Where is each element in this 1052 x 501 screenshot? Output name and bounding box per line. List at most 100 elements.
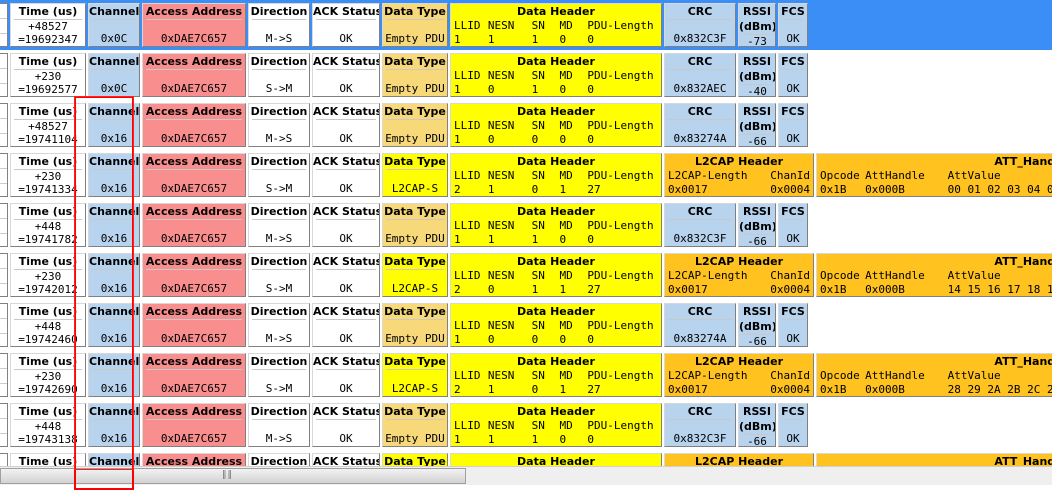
scrollbar-thumb[interactable] xyxy=(0,468,466,484)
packet-row[interactable]: Time (us) +230 =19742012 Channel 0x16 Access … xyxy=(0,250,1052,300)
channel-field-header: Channel xyxy=(89,355,140,368)
rssi-field-value: -40 xyxy=(747,85,767,97)
time-field: Time (us) +230 =19692577 xyxy=(10,53,86,97)
data-header-field-labels: LLID NESN SN MD PDU-Length xyxy=(451,269,661,283)
llid-value: 1 xyxy=(454,133,461,146)
access-address-field-value: 0xDAE7C657 xyxy=(160,232,228,245)
packet-row[interactable]: Time (us) +448 =19743138 Channel 0x16 Access … xyxy=(0,400,1052,450)
channel-field-value: 0x16 xyxy=(100,432,128,445)
ack-status-field-header: ACK Status xyxy=(313,405,380,418)
ack-status-field-value: OK xyxy=(339,382,353,395)
access-address-field-value: 0xDAE7C657 xyxy=(160,382,228,395)
pdu-value: 0 xyxy=(587,433,594,446)
fcs-field-header: FCS xyxy=(781,405,805,418)
packet-row[interactable]: Time (us) +230 =19692577 Channel 0x0C Access … xyxy=(0,50,1052,100)
access-address-field-header: Access Address xyxy=(145,255,243,268)
packet-row[interactable]: Time (us) +48527 =19741104 Channel 0x16 Acces… xyxy=(0,100,1052,150)
packet-row[interactable]: Time (us) +48527 =19692347 Channel 0x0C Acces… xyxy=(0,0,1052,50)
llid-value: 1 xyxy=(454,333,461,346)
channel-field-header: Channel xyxy=(89,205,140,218)
att-handle-label: AttHandle xyxy=(865,169,925,182)
ack-status-field: ACK Status OK xyxy=(312,403,380,447)
access-address-field: Access Address 0xDAE7C657 xyxy=(142,3,246,47)
opcode-value: 0x1B xyxy=(820,183,847,196)
rssi-field-value: -66 xyxy=(747,235,767,247)
sn-label: SN xyxy=(531,319,545,332)
nesn-value: 1 xyxy=(487,183,495,196)
time-field: Time (us) +230 =19742690 xyxy=(10,353,86,397)
data-header-field-values: 1 0 0 0 0 xyxy=(451,333,661,346)
crc-field-header: CRC xyxy=(687,205,713,218)
fcs-field: FCS OK xyxy=(778,203,808,247)
packet-row[interactable]: Time (us) +448 =19742460 Channel 0x16 Access … xyxy=(0,300,1052,350)
llid-label: LLID xyxy=(454,219,481,232)
sn-label: SN xyxy=(531,419,545,432)
packet-row[interactable]: Time (us) +230 =19742690 Channel 0x16 Access … xyxy=(0,350,1052,400)
opcode-label: Opcode xyxy=(820,169,860,182)
md-value: 0 xyxy=(559,133,567,146)
scrollbar-track[interactable] xyxy=(0,467,1052,485)
access-address-field-value: 0xDAE7C657 xyxy=(160,82,228,95)
fcs-field-header: FCS xyxy=(781,205,805,218)
rssi-field: RSSI (dBm) -40 xyxy=(738,53,776,97)
sn-value: 1 xyxy=(531,283,539,296)
llid-label: LLID xyxy=(454,69,481,82)
direction-field: Direction S->M xyxy=(248,153,310,197)
att-handle-label: AttHandle xyxy=(865,269,925,282)
access-address-field: Access Address 0xDAE7C657 xyxy=(142,53,246,97)
direction-field-value: S->M xyxy=(265,282,293,295)
time-absolute-value: =19741782 xyxy=(18,233,78,246)
direction-field: Direction M->S xyxy=(248,303,310,347)
fcs-field-header: FCS xyxy=(781,305,805,318)
data-header-field: Data Header LLID NESN SN MD PDU-Length 1 1 1 0 0 xyxy=(450,203,662,247)
time-delta-value: +448 xyxy=(34,220,62,233)
ack-status-field-value: OK xyxy=(339,332,353,345)
sn-value: 1 xyxy=(531,83,539,96)
time-field: Time (us) +448 =19742460 xyxy=(10,303,86,347)
data-header-field-title: Data Header xyxy=(517,255,595,268)
data-type-field: Data Type Empty PDU xyxy=(382,103,448,147)
sn-value: 1 xyxy=(531,33,539,46)
time-header: Time (us) xyxy=(18,155,78,168)
channel-field-value: 0x16 xyxy=(100,232,128,245)
fcs-field-value: OK xyxy=(786,82,800,95)
channel-field: Channel 0x0C xyxy=(88,53,140,97)
channel-field-header: Channel xyxy=(89,5,140,18)
att-handle-value: 0x000B xyxy=(865,183,905,196)
nesn-value: 1 xyxy=(487,433,495,446)
time-delta-value: +230 xyxy=(34,370,62,383)
data-header-field-labels: LLID NESN SN MD PDU-Length xyxy=(451,369,661,383)
direction-field: Direction M->S xyxy=(248,3,310,47)
nesn-value: 0 xyxy=(487,283,495,296)
packet-row[interactable]: Time (us) +230 =19741334 Channel 0x16 Access … xyxy=(0,150,1052,200)
crc-field-header: CRC xyxy=(687,305,713,318)
chanid-label: ChanId xyxy=(770,369,810,382)
packet-row[interactable]: Time (us) +448 =19741782 Channel 0x16 Access … xyxy=(0,200,1052,250)
data-header-field-values: 1 0 0 0 0 xyxy=(451,133,661,146)
data-header-field: Data Header LLID NESN SN MD PDU-Length 1 1 1 0 0 xyxy=(450,3,662,47)
md-label: MD xyxy=(559,19,573,32)
crc-field-value: 0x83274A xyxy=(673,132,727,145)
data-header-field-values: 2 1 0 1 27 xyxy=(451,383,661,396)
crc-field-header: CRC xyxy=(687,5,713,18)
horizontal-scrollbar[interactable]: ‖‖ xyxy=(0,466,1052,485)
data-type-field: Data Type L2CAP-S xyxy=(382,153,448,197)
l2cap-header-field-title: L2CAP Header xyxy=(695,255,783,268)
l2cap-length-label: L2CAP-Length xyxy=(668,269,748,282)
direction-field: Direction M->S xyxy=(248,103,310,147)
nesn-value: 0 xyxy=(487,333,495,346)
data-header-field: Data Header LLID NESN SN MD PDU-Length 2 1 0 1 27 xyxy=(450,153,662,197)
ack-status-field-header: ACK Status xyxy=(313,205,380,218)
packet-list-grid[interactable]: Time (us) +48527 =19692347 Channel 0x0C Acces… xyxy=(0,0,1052,478)
rssi-field-header: RSSI xyxy=(743,55,771,68)
data-header-field-title: Data Header xyxy=(517,55,595,68)
ack-status-field: ACK Status OK xyxy=(312,3,380,47)
data-type-field-value: Empty PDU xyxy=(385,82,445,95)
data-header-field-labels: LLID NESN SN MD PDU-Length xyxy=(451,119,661,133)
data-header-field-values: 2 0 1 1 27 xyxy=(451,283,661,296)
direction-field-header: Direction xyxy=(250,155,308,168)
pdu-label: PDU-Length xyxy=(587,369,654,382)
pdu-label: PDU-Length xyxy=(587,269,654,282)
data-header-field-title: Data Header xyxy=(517,305,595,318)
fcs-field-value: OK xyxy=(786,232,800,245)
